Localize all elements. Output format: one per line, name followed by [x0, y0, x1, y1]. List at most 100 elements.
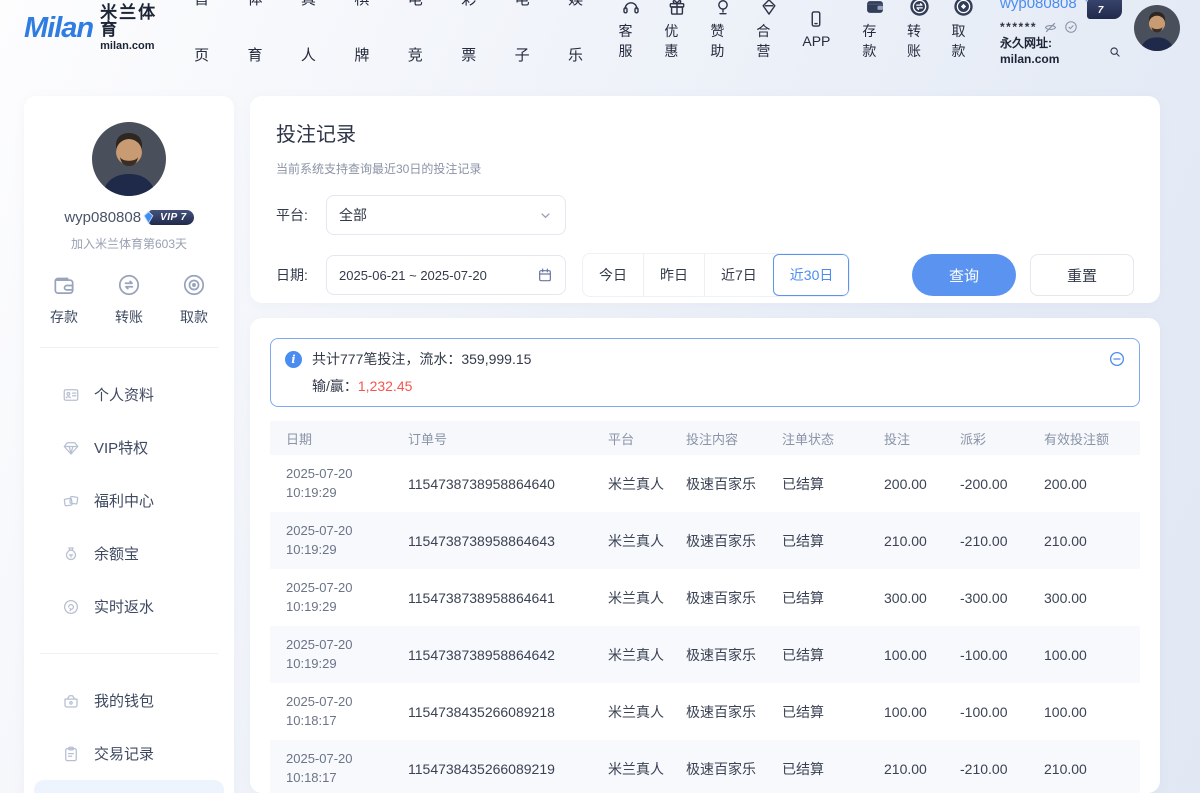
user-account[interactable]: wyp080808 VIP 7 [1000, 0, 1122, 19]
cell-payout: -100.00 [944, 704, 1028, 720]
brand-domain: milan.com [100, 41, 169, 52]
nav-item[interactable]: 首页 [181, 0, 234, 84]
info-icon: i [285, 351, 302, 368]
promo-link[interactable]: 优惠 [654, 0, 700, 61]
reset-button[interactable]: 重置 [1030, 254, 1134, 296]
range-yesterday[interactable]: 昨日 [643, 254, 704, 296]
sidebar-quick-actions: 存款 转账 取款 [24, 272, 234, 327]
sidebar-item-label: 我的钱包 [94, 690, 154, 711]
search-icon[interactable] [1108, 45, 1122, 59]
cell-payout: -300.00 [944, 590, 1028, 606]
eye-off-icon[interactable] [1043, 20, 1058, 35]
cell-valid-amount: 200.00 [1028, 476, 1140, 492]
withdraw-link[interactable]: 取款 [941, 0, 986, 61]
deposit-label: 存款 [862, 21, 887, 61]
cell-time: 10:19:29 [286, 484, 392, 502]
table-row: 2025-07-20 10:19:29 1154738738958864640 … [270, 455, 1140, 512]
nav-item[interactable]: 彩票 [448, 0, 501, 84]
cell-platform: 米兰真人 [592, 759, 670, 779]
platform-select[interactable]: 全部 [326, 195, 566, 235]
cell-date: 2025-07-20 [286, 636, 392, 654]
cell-order-number: 1154738435266089218 [392, 704, 592, 720]
col-header-status: 注单状态 [766, 429, 868, 448]
sponsor-label: 赞助 [710, 21, 736, 61]
avatar[interactable] [1134, 5, 1180, 51]
sidebar-deposit[interactable]: 存款 [50, 272, 78, 327]
nav-item[interactable]: 电子 [502, 0, 555, 84]
nav-item[interactable]: 娱乐 [555, 0, 608, 84]
nav-item[interactable]: 真人 [288, 0, 341, 84]
sidebar-item-label: 余额宝 [94, 543, 139, 564]
transfer-circle-icon [116, 272, 142, 298]
cell-bet-amount: 100.00 [868, 647, 944, 663]
cell-payout: -210.00 [944, 533, 1028, 549]
collapse-icon[interactable] [1108, 350, 1126, 368]
cell-payout: -210.00 [944, 761, 1028, 777]
cell-valid-amount: 100.00 [1028, 647, 1140, 663]
sidebar-item-rebate[interactable]: 实时返水 [24, 580, 234, 633]
sidebar-avatar[interactable] [92, 122, 166, 196]
table-row: 2025-07-20 10:18:17 1154738435266089218 … [270, 683, 1140, 740]
partner-label: 合营 [756, 21, 782, 61]
cell-platform: 米兰真人 [592, 645, 670, 665]
diamond-icon [759, 0, 779, 17]
refresh-circle-icon[interactable] [1064, 20, 1078, 34]
support-link[interactable]: 客服 [608, 0, 654, 61]
date-label: 日期: [276, 265, 326, 285]
trophy-icon [713, 0, 733, 17]
sidebar-menu-group1: 个人资料 VIP特权 福利中心 余额宝 [24, 368, 234, 633]
cell-date: 2025-07-20 [286, 465, 392, 483]
sidebar-item-label: 福利中心 [94, 490, 154, 511]
sidebar-item-yuebao[interactable]: 余额宝 [24, 527, 234, 580]
app-label: APP [802, 33, 830, 49]
sidebar-item-transactions[interactable]: 交易记录 [24, 727, 234, 780]
sidebar-transfer[interactable]: 转账 [115, 272, 143, 327]
clipboard-icon [62, 745, 80, 763]
transfer-link[interactable]: 转账 [897, 0, 942, 61]
date-range-picker[interactable]: 2025-06-21 ~ 2025-07-20 [326, 255, 566, 295]
nav-item[interactable]: 棋牌 [341, 0, 394, 84]
masked-balance: ****** [1000, 20, 1037, 36]
cell-date: 2025-07-20 [286, 693, 392, 711]
query-button[interactable]: 查询 [912, 254, 1016, 296]
phone-icon [806, 8, 826, 29]
cell-order-number: 1154738738958864642 [392, 647, 592, 663]
cell-time: 10:19:29 [286, 541, 392, 559]
sidebar-username: wyp080808 [64, 209, 141, 226]
brand-logo[interactable]: Milan 米兰体育 milan.com [24, 4, 169, 52]
deposit-link[interactable]: 存款 [852, 0, 897, 61]
topbar: Milan 米兰体育 milan.com 首页体育真人棋牌电竞彩票电子娱乐 客服… [0, 0, 1200, 56]
wallet-dark-icon [864, 0, 886, 17]
app-link[interactable]: APP [792, 8, 840, 49]
nav-item[interactable]: 电竞 [395, 0, 448, 84]
range-today[interactable]: 今日 [583, 254, 643, 296]
nav-item[interactable]: 体育 [235, 0, 288, 84]
vip-badge: VIP 7 [1087, 0, 1122, 19]
page-body: wyp080808 VIP 7 加入米兰体育第603天 存款 转账 [0, 56, 1200, 793]
summary-turnover-value: 359,999.15 [461, 351, 531, 367]
range-30days[interactable]: 近30日 [773, 254, 850, 296]
cell-time: 10:18:17 [286, 712, 392, 730]
sidebar-deposit-label: 存款 [50, 307, 78, 327]
cell-payout: -200.00 [944, 476, 1028, 492]
sidebar-item-benefits[interactable]: 福利中心 [24, 474, 234, 527]
sidebar-divider [40, 347, 218, 348]
cell-order-number: 1154738738958864640 [392, 476, 592, 492]
sponsor-link[interactable]: 赞助 [700, 0, 746, 61]
range-7days[interactable]: 近7日 [704, 254, 773, 296]
sidebar-item-bet-records[interactable]: 投注记录 [34, 780, 224, 793]
summary-banner: i 共计777笔投注，流水：359,999.15 输/赢：1,232.45 [270, 338, 1140, 407]
col-header-order: 订单号 [392, 429, 592, 448]
cell-bet-amount: 200.00 [868, 476, 944, 492]
sidebar-withdraw[interactable]: 取款 [180, 272, 208, 327]
partner-link[interactable]: 合营 [746, 0, 792, 61]
sidebar-item-vip[interactable]: VIP特权 [24, 421, 234, 474]
cell-bet-content: 极速百家乐 [670, 759, 766, 779]
cell-payout: -100.00 [944, 647, 1028, 663]
cell-bet-amount: 210.00 [868, 761, 944, 777]
sidebar-item-wallet[interactable]: 我的钱包 [24, 674, 234, 727]
sidebar-item-profile[interactable]: 个人资料 [24, 368, 234, 421]
cell-datetime: 2025-07-20 10:19:29 [270, 465, 392, 501]
withdraw-dark-icon [953, 0, 974, 17]
sidebar-item-label: 交易记录 [94, 743, 154, 764]
